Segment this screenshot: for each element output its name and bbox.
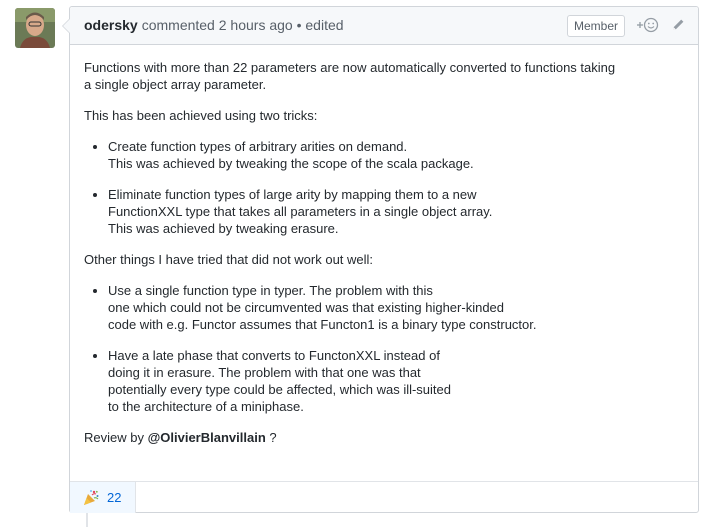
comment-box: odersky commented 2 hours ago • edited Me…	[62, 6, 699, 513]
tada-icon	[84, 490, 99, 505]
user-mention[interactable]: @OlivierBlanvillain	[148, 430, 266, 445]
pencil-icon	[673, 19, 684, 30]
add-reaction-button[interactable]	[636, 16, 660, 34]
failed-list: Use a single function type in typer. The…	[84, 282, 684, 415]
review-prefix: Review by	[84, 430, 144, 445]
tricks-heading: This has been achieved using two tricks:	[84, 108, 318, 123]
list-item: Use a single function type in typer. The…	[108, 282, 684, 333]
comment-header: odersky commented 2 hours ago • edited Me…	[70, 7, 698, 45]
member-badge: Member	[567, 15, 626, 37]
list-item: Create function types of arbitrary ariti…	[108, 138, 684, 172]
reaction-count: 22	[107, 490, 122, 505]
intro-paragraph: Functions with more than 22 parameters a…	[84, 60, 616, 92]
reactions-bar: 22	[70, 481, 698, 513]
comment-action: commented	[141, 17, 215, 33]
reaction-tada-button[interactable]: 22	[70, 482, 136, 513]
review-suffix: ?	[265, 430, 277, 445]
tricks-list: Create function types of arbitrary ariti…	[84, 138, 684, 237]
list-item: Have a late phase that converts to Funct…	[108, 347, 684, 415]
list-item: Eliminate function types of large arity …	[108, 186, 684, 237]
comment-meta: odersky commented 2 hours ago • edited	[84, 17, 344, 33]
edited-separator: •	[296, 17, 302, 33]
comment-body: Functions with more than 22 parameters a…	[84, 59, 684, 460]
smiley-plus-icon	[637, 17, 659, 33]
comment-timestamp[interactable]: 2 hours ago	[219, 17, 293, 33]
edit-comment-button[interactable]	[670, 17, 686, 33]
avatar[interactable]	[15, 8, 55, 48]
review-paragraph: Review by @OlivierBlanvillain ?	[84, 429, 684, 446]
failed-heading: Other things I have tried that did not w…	[84, 252, 374, 267]
edited-dropdown[interactable]: edited	[305, 17, 343, 33]
author-link[interactable]: odersky	[84, 17, 138, 33]
timeline-connector	[86, 513, 88, 527]
